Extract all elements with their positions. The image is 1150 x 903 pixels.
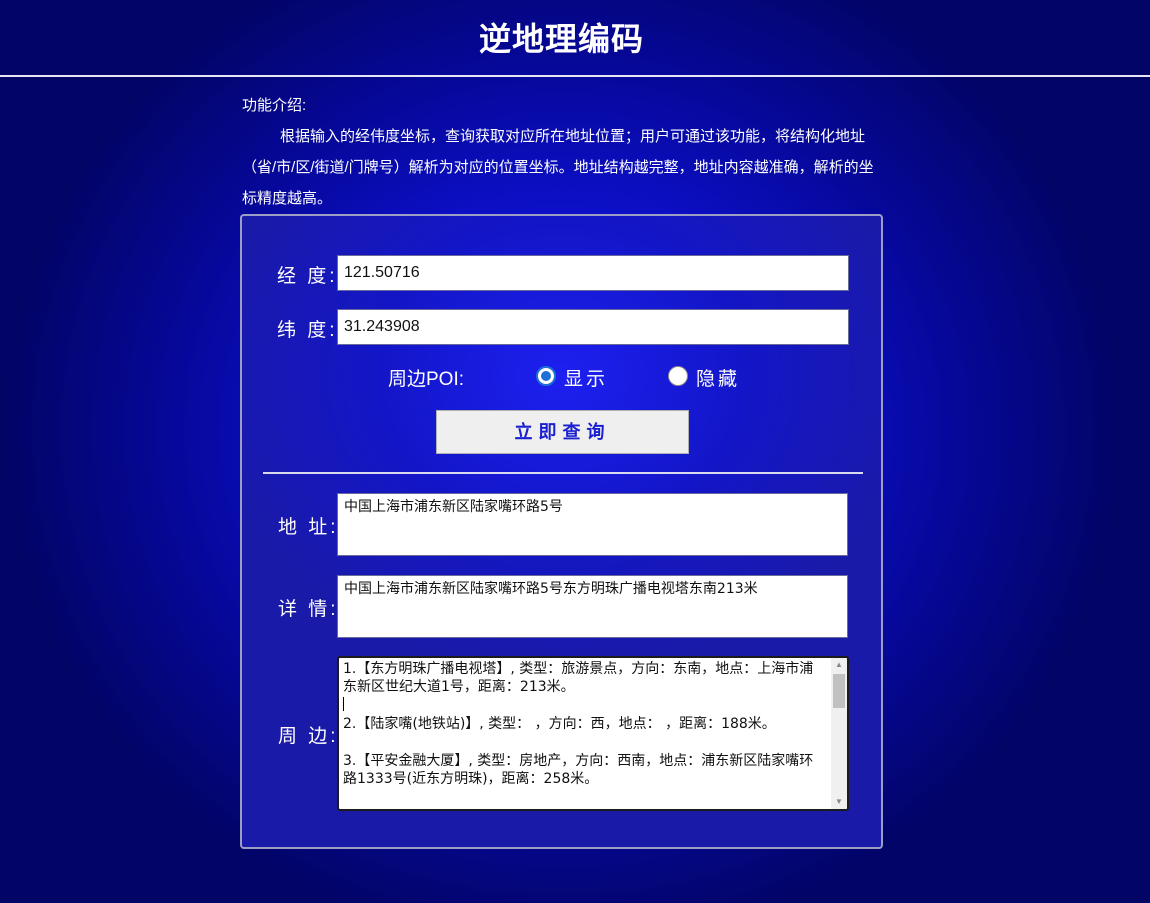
scrollbar-thumb[interactable]: [833, 674, 845, 708]
latitude-input[interactable]: [337, 309, 849, 345]
intro-heading: 功能介绍:: [242, 97, 307, 114]
address-label: 地 址:: [278, 517, 339, 538]
longitude-input[interactable]: [337, 255, 849, 291]
radio-checked-dot: [541, 371, 551, 381]
poi-label: 周边POI:: [388, 369, 465, 390]
latitude-label: 纬 度:: [277, 320, 338, 341]
nearby-output[interactable]: 1.【东方明珠广播电视塔】, 类型：旅游景点，方向：东南，地点：上海市浦东新区世…: [337, 656, 849, 811]
page-title: 逆地理编码: [478, 21, 644, 57]
nearby-item: 2.【陆家嘴(地铁站)】, 类型： ，方向：西，地点： ，距离：188米。: [343, 716, 776, 732]
longitude-label: 经 度:: [277, 266, 338, 287]
nearby-label: 周 边:: [278, 726, 339, 747]
address-output[interactable]: 中国上海市浦东新区陆家嘴环路5号: [337, 493, 848, 556]
geocode-panel: 经 度: 纬 度: 周边POI: 显示 隐藏 立即查询 地 址: 中国上海市浦东…: [240, 214, 883, 849]
scroll-up-arrow-icon[interactable]: ▲: [831, 658, 847, 672]
query-button[interactable]: 立即查询: [436, 410, 689, 454]
nearby-item: 1.【东方明珠广播电视塔】, 类型：旅游景点，方向：东南，地点：上海市浦东新区世…: [343, 661, 814, 695]
page-header: 逆地理编码: [0, 0, 1150, 77]
poi-show-label[interactable]: 显示: [564, 364, 608, 391]
detail-output[interactable]: 中国上海市浦东新区陆家嘴环路5号东方明珠广播电视塔东南213米: [337, 575, 848, 638]
scroll-down-arrow-icon[interactable]: ▼: [831, 795, 847, 809]
nearby-list: 1.【东方明珠广播电视塔】, 类型：旅游景点，方向：东南，地点：上海市浦东新区世…: [343, 660, 827, 807]
poi-hide-label[interactable]: 隐藏: [696, 364, 740, 391]
text-caret: [343, 697, 344, 711]
intro-section: 功能介绍: 根据输入的经伟度坐标，查询获取对应所在地址位置；用户可通过该功能，将…: [242, 90, 882, 214]
section-divider: [263, 472, 863, 474]
vertical-scrollbar[interactable]: ▲ ▼: [831, 658, 847, 809]
nearby-item: 3.【平安金融大厦】, 类型：房地产，方向：西南，地点：浦东新区陆家嘴环路133…: [343, 753, 814, 787]
poi-show-radio[interactable]: [536, 366, 556, 386]
poi-hide-radio[interactable]: [668, 366, 688, 386]
detail-label: 详 情:: [278, 599, 339, 620]
intro-body: 根据输入的经伟度坐标，查询获取对应所在地址位置；用户可通过该功能，将结构化地址（…: [242, 128, 874, 207]
